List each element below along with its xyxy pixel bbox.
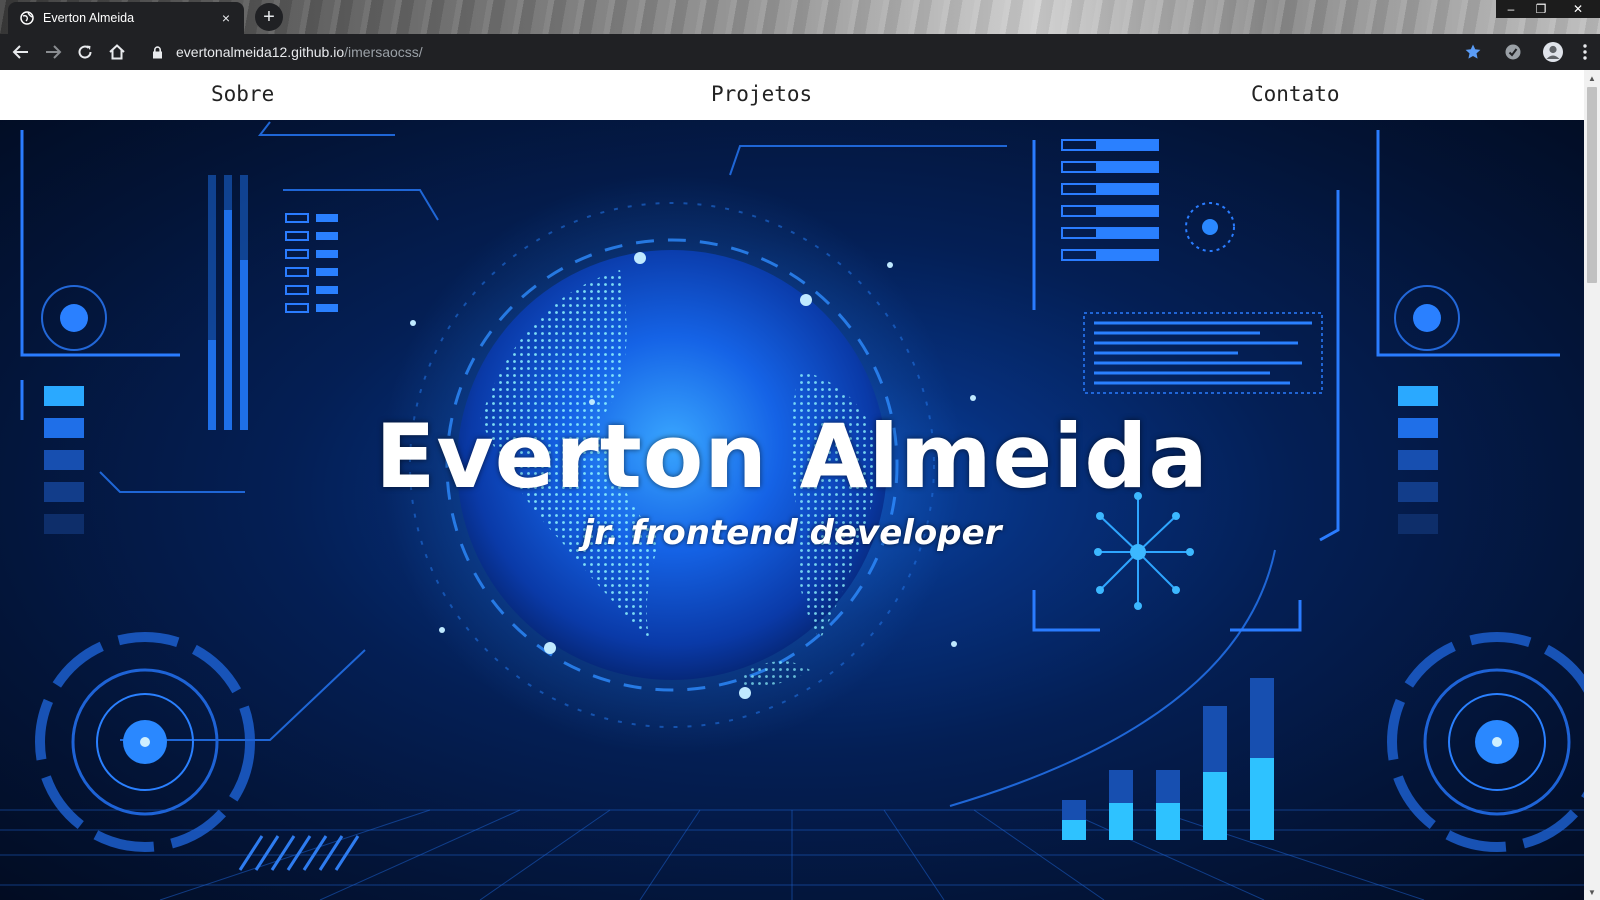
window-titlebar: Everton Almeida × + – ❐ ✕ [0, 0, 1600, 34]
scroll-down-arrow-icon[interactable]: ▼ [1584, 884, 1600, 900]
tab-title: Everton Almeida [43, 11, 135, 25]
right-radar-center [1492, 737, 1502, 747]
home-icon[interactable] [102, 37, 132, 67]
right-dial-core [1202, 219, 1218, 235]
right-bar-decoration [1062, 678, 1274, 840]
nav-link-projetos[interactable]: Projetos [711, 82, 812, 106]
forward-arrow-icon[interactable] [38, 37, 68, 67]
menu-kebab-icon[interactable] [1578, 37, 1592, 67]
back-arrow-icon[interactable] [6, 37, 36, 67]
right-top-bars [1061, 139, 1159, 261]
hero-title: Everton Almeida [375, 405, 1209, 508]
url-text: evertonalmeida12.github.io/imersaocss/ [176, 44, 423, 60]
address-bar[interactable]: evertonalmeida12.github.io/imersaocss/ [144, 37, 1458, 67]
bookmark-star-icon[interactable] [1458, 37, 1488, 67]
scrollbar-thumb[interactable] [1587, 87, 1597, 283]
left-hud-panel [20, 130, 180, 420]
scroll-up-arrow-icon[interactable]: ▲ [1584, 70, 1600, 86]
site-nav: Sobre Projetos Contato [0, 70, 1584, 120]
left-hud-dot [60, 304, 88, 332]
page-scrollbar[interactable]: ▲ ▼ [1584, 70, 1600, 900]
extension-icon[interactable] [1498, 37, 1528, 67]
lock-icon[interactable] [150, 45, 164, 59]
page-viewport: Sobre Projetos Contato Everton Almeida j… [0, 70, 1584, 900]
right-text-panel [1083, 312, 1323, 394]
nav-link-contato[interactable]: Contato [1251, 82, 1340, 106]
browser-toolbar: evertonalmeida12.github.io/imersaocss/ [0, 34, 1600, 70]
right-hud-dot [1413, 304, 1441, 332]
restore-icon[interactable]: ❐ [1526, 0, 1556, 18]
minimize-icon[interactable]: – [1496, 0, 1526, 18]
grid-floor [0, 809, 1584, 900]
profile-avatar-icon[interactable] [1538, 37, 1568, 67]
new-tab-button[interactable]: + [255, 3, 283, 31]
reload-icon[interactable] [70, 37, 100, 67]
left-checklist-fills [316, 214, 338, 312]
left-checklist [285, 213, 309, 313]
browser-tab[interactable]: Everton Almeida × [8, 2, 244, 34]
globe-icon [20, 11, 34, 25]
url-path: /imersaocss/ [344, 44, 423, 60]
left-radar-center [140, 737, 150, 747]
url-host: evertonalmeida12.github.io [176, 44, 345, 60]
toolbar-actions [1458, 37, 1592, 67]
window-close-icon[interactable]: ✕ [1556, 0, 1600, 18]
hero-subtitle: jr. frontend developer [582, 513, 1002, 553]
tab-close-icon[interactable]: × [218, 10, 234, 26]
right-hud-panel [1376, 130, 1560, 357]
hero-section: Everton Almeida jr. frontend developer [0, 120, 1584, 900]
right-frame [1032, 140, 1340, 632]
window-controls: – ❐ ✕ [1496, 0, 1600, 18]
hero-background-art [0, 121, 1584, 900]
floor-stripes [238, 835, 360, 871]
left-level-bars [208, 175, 248, 430]
nav-link-sobre[interactable]: Sobre [211, 82, 274, 106]
